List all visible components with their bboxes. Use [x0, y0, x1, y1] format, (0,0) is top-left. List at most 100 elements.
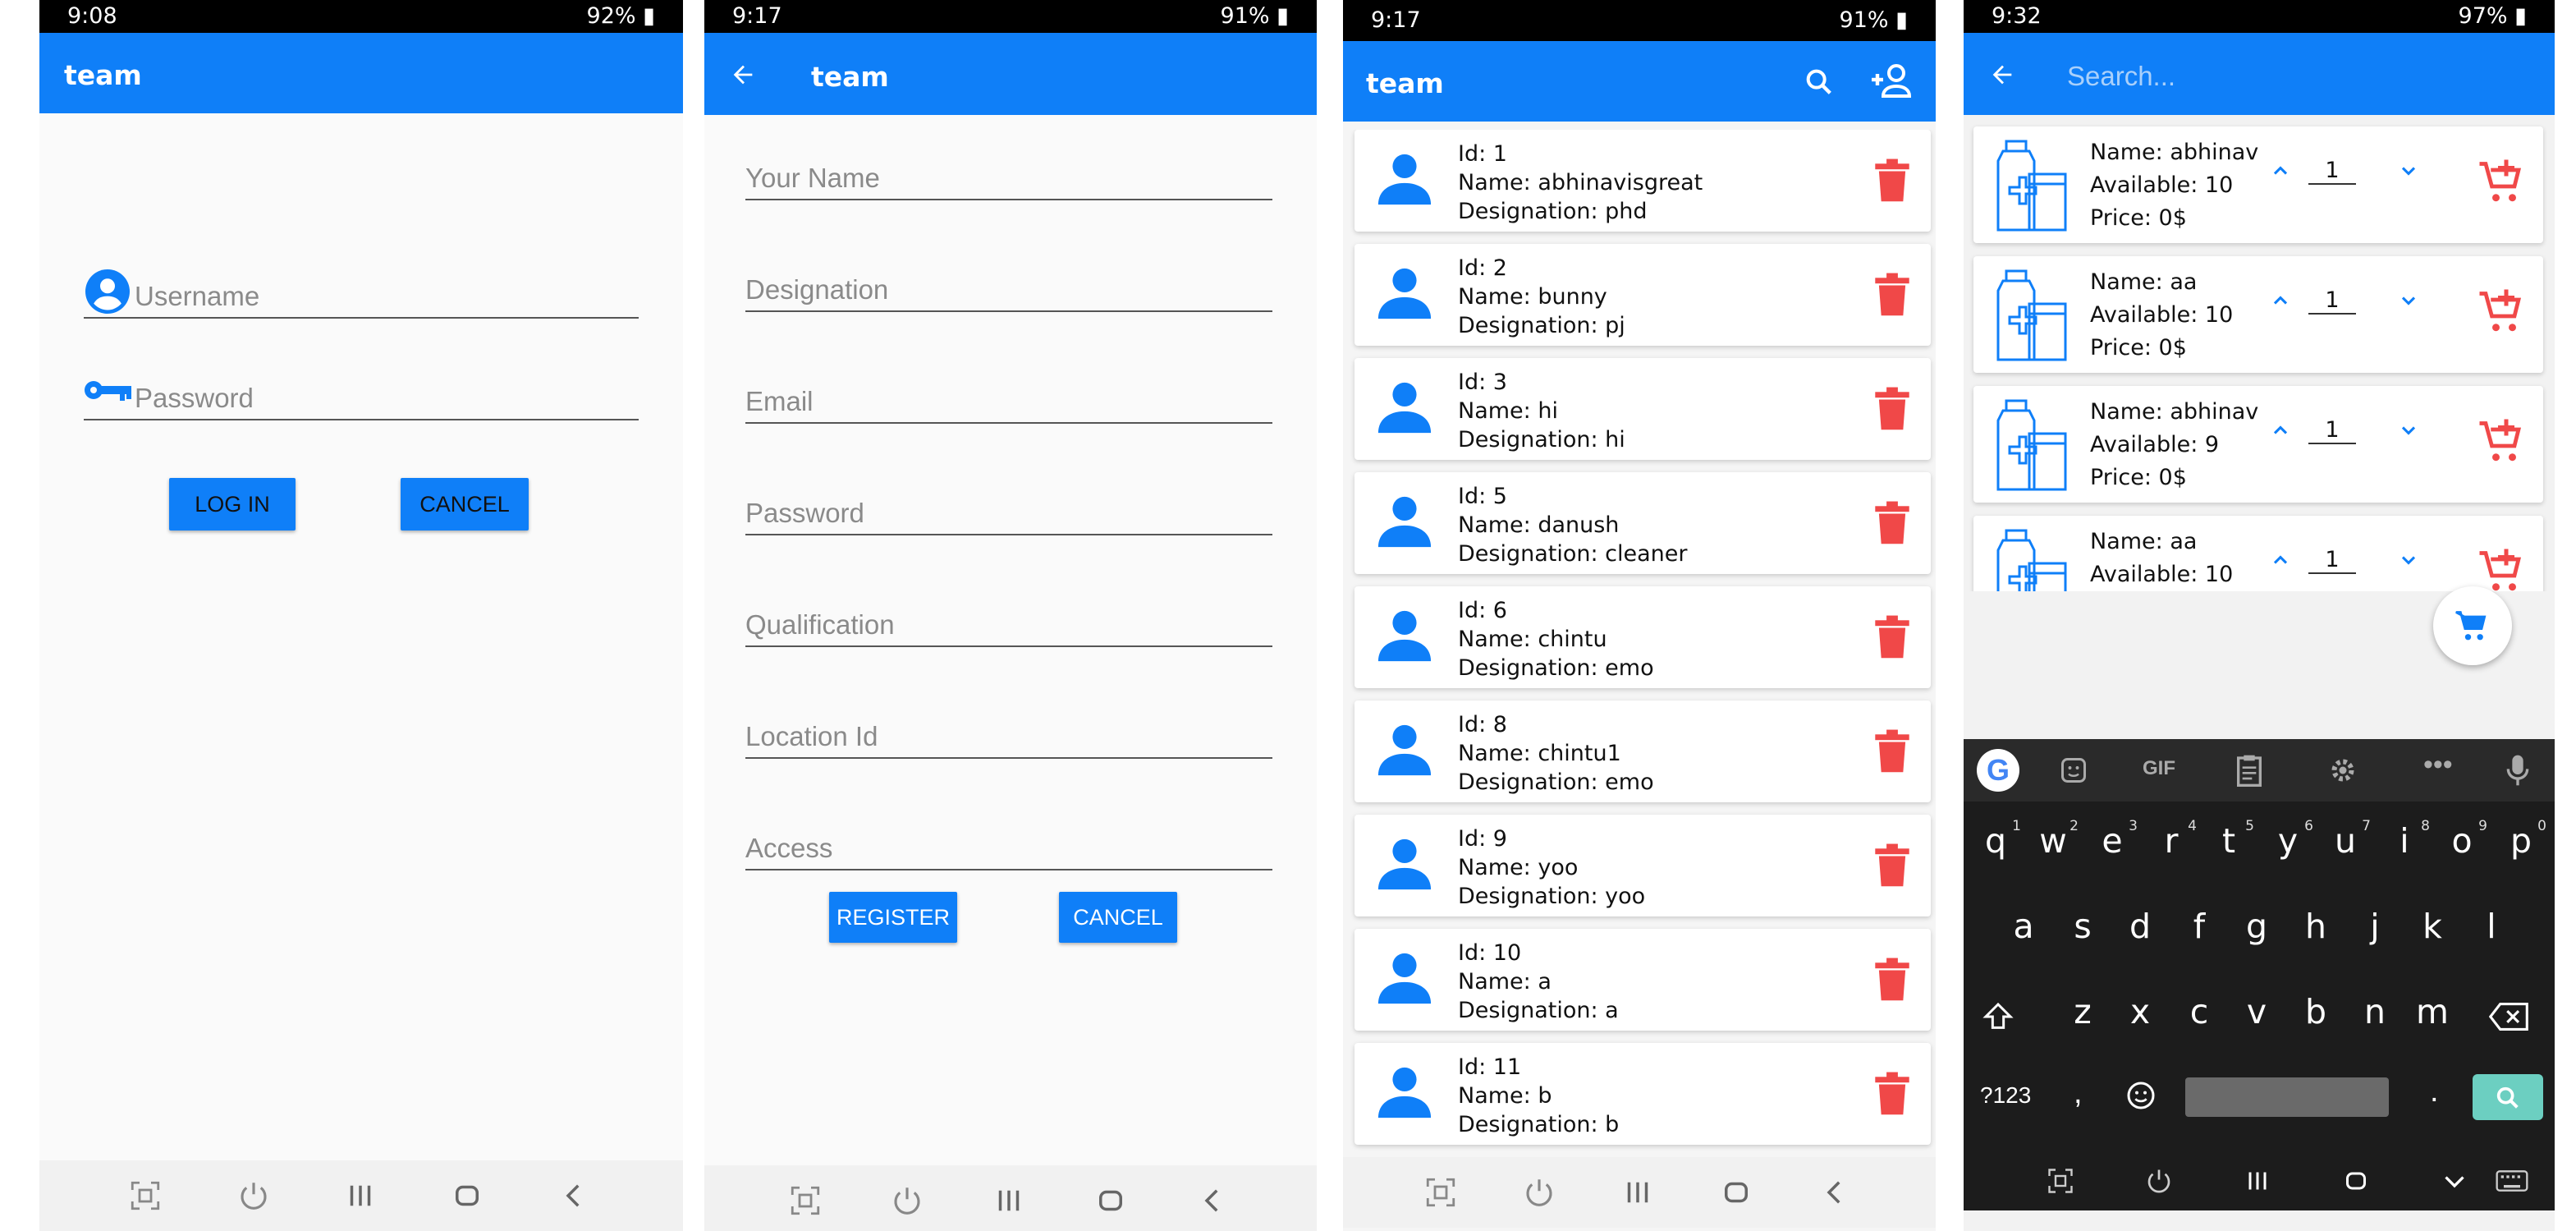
- space-bar[interactable]: [2185, 1077, 2389, 1117]
- access-field[interactable]: Access: [745, 823, 1272, 870]
- add-cart-icon[interactable]: [2477, 158, 2527, 207]
- home-icon[interactable]: [1093, 1183, 1128, 1218]
- password-field[interactable]: Password: [84, 373, 639, 420]
- member-card[interactable]: Id: 3 Name: hi Designation: hi: [1354, 358, 1931, 460]
- key-b[interactable]: b: [2287, 992, 2345, 1031]
- screenshot-icon[interactable]: [1423, 1175, 1458, 1210]
- key-f[interactable]: f: [2170, 907, 2228, 946]
- key-y[interactable]: y6: [2259, 818, 2317, 861]
- key-j[interactable]: j: [2346, 907, 2404, 946]
- quantity-input[interactable]: 1: [2308, 547, 2356, 574]
- home-icon[interactable]: [1719, 1175, 1753, 1210]
- member-card[interactable]: Id: 10 Name: a Designation: a: [1354, 929, 1931, 1031]
- power-icon[interactable]: [2144, 1166, 2174, 1196]
- trash-icon[interactable]: [1873, 728, 1911, 774]
- power-icon[interactable]: [890, 1183, 924, 1218]
- trash-icon[interactable]: [1873, 1071, 1911, 1117]
- member-card[interactable]: Id: 8 Name: chintu1 Designation: emo: [1354, 700, 1931, 802]
- quantity-input[interactable]: 1: [2308, 417, 2356, 444]
- back-icon[interactable]: [557, 1178, 591, 1213]
- search-input[interactable]: Search...: [2067, 61, 2175, 92]
- symbols-key[interactable]: ?123: [1980, 1082, 2031, 1109]
- trash-icon[interactable]: [1873, 957, 1911, 1003]
- back-icon[interactable]: [1817, 1175, 1852, 1210]
- key-p[interactable]: p0: [2492, 818, 2550, 861]
- cancel-button[interactable]: CANCEL: [401, 478, 529, 531]
- key-o[interactable]: o9: [2433, 818, 2491, 861]
- google-icon[interactable]: G: [1977, 749, 2019, 792]
- home-icon[interactable]: [2341, 1166, 2371, 1196]
- key-x[interactable]: x: [2111, 992, 2169, 1031]
- key-w[interactable]: w2: [2024, 818, 2082, 861]
- password-field[interactable]: Password: [745, 488, 1272, 535]
- recent-apps-icon[interactable]: [2243, 1166, 2272, 1196]
- settings-icon[interactable]: [2328, 756, 2358, 785]
- chevron-down-icon[interactable]: [2397, 419, 2420, 442]
- more-icon[interactable]: •••: [2423, 749, 2453, 781]
- chevron-down-icon[interactable]: [2397, 289, 2420, 312]
- key-r[interactable]: r4: [2143, 818, 2200, 861]
- add-cart-icon[interactable]: [2477, 417, 2527, 466]
- location-id-field[interactable]: Location Id: [745, 711, 1272, 759]
- home-icon[interactable]: [450, 1178, 484, 1213]
- back-arrow-icon[interactable]: [1988, 61, 2016, 89]
- chevron-up-icon[interactable]: [2269, 549, 2292, 572]
- mic-icon[interactable]: [2505, 754, 2530, 787]
- quantity-input[interactable]: 1: [2308, 287, 2356, 315]
- chevron-down-icon[interactable]: [2397, 159, 2420, 182]
- trash-icon[interactable]: [1873, 500, 1911, 546]
- cart-fab[interactable]: [2433, 586, 2512, 665]
- member-card[interactable]: Id: 6 Name: chintu Designation: emo: [1354, 586, 1931, 688]
- key-k[interactable]: k: [2404, 907, 2461, 946]
- qualification-field[interactable]: Qualification: [745, 599, 1272, 647]
- screenshot-icon[interactable]: [2046, 1166, 2075, 1196]
- sticker-icon[interactable]: [2059, 756, 2088, 785]
- member-card[interactable]: Id: 5 Name: danush Designation: cleaner: [1354, 472, 1931, 574]
- member-card[interactable]: Id: 2 Name: bunny Designation: pj: [1354, 244, 1931, 346]
- trash-icon[interactable]: [1873, 843, 1911, 889]
- trash-icon[interactable]: [1873, 158, 1911, 204]
- login-button[interactable]: LOG IN: [169, 478, 296, 531]
- screenshot-icon[interactable]: [128, 1178, 163, 1213]
- key-l[interactable]: l: [2463, 907, 2520, 946]
- quantity-input[interactable]: 1: [2308, 158, 2356, 185]
- member-card[interactable]: Id: 1 Name: abhinavisgreat Designation: ph…: [1354, 130, 1931, 232]
- add-cart-icon[interactable]: [2477, 547, 2527, 591]
- key-u[interactable]: u7: [2317, 818, 2374, 861]
- emoji-icon[interactable]: [2125, 1079, 2157, 1112]
- key-g[interactable]: g: [2228, 907, 2285, 946]
- cancel-button[interactable]: CANCEL: [1059, 892, 1177, 943]
- keyboard-switch-icon[interactable]: [2496, 1168, 2528, 1194]
- search-key[interactable]: [2473, 1074, 2543, 1120]
- trash-icon[interactable]: [1873, 272, 1911, 318]
- chevron-up-icon[interactable]: [2269, 159, 2292, 182]
- power-icon[interactable]: [1522, 1175, 1556, 1210]
- key-q[interactable]: q1: [1967, 818, 2024, 861]
- backspace-icon[interactable]: [2489, 1002, 2528, 1031]
- name-field[interactable]: Your Name: [745, 153, 1272, 200]
- key-c[interactable]: c: [2170, 992, 2228, 1031]
- search-icon[interactable]: [1803, 66, 1836, 99]
- member-card[interactable]: Id: 11 Name: b Designation: b: [1354, 1043, 1931, 1145]
- key-i[interactable]: i8: [2376, 818, 2433, 861]
- email-field[interactable]: Email: [745, 376, 1272, 424]
- key-d[interactable]: d: [2111, 907, 2169, 946]
- screenshot-icon[interactable]: [788, 1183, 823, 1218]
- username-field[interactable]: Username: [84, 271, 639, 319]
- key-z[interactable]: z: [2054, 992, 2111, 1031]
- member-card[interactable]: Id: 9 Name: yoo Designation: yoo: [1354, 815, 1931, 916]
- shift-icon[interactable]: [1982, 1000, 2015, 1033]
- designation-field[interactable]: Designation: [745, 264, 1272, 312]
- key-h[interactable]: h: [2287, 907, 2345, 946]
- add-cart-icon[interactable]: [2477, 287, 2527, 337]
- register-button[interactable]: REGISTER: [829, 892, 957, 943]
- key-m[interactable]: m: [2404, 992, 2461, 1031]
- period-key[interactable]: .: [2430, 1074, 2439, 1109]
- key-s[interactable]: s: [2054, 907, 2111, 946]
- trash-icon[interactable]: [1873, 614, 1911, 660]
- recent-apps-icon[interactable]: [992, 1183, 1026, 1218]
- gif-button[interactable]: GIF: [2143, 757, 2175, 780]
- key-n[interactable]: n: [2346, 992, 2404, 1031]
- back-arrow-icon[interactable]: [729, 61, 757, 89]
- back-icon[interactable]: [1195, 1183, 1230, 1218]
